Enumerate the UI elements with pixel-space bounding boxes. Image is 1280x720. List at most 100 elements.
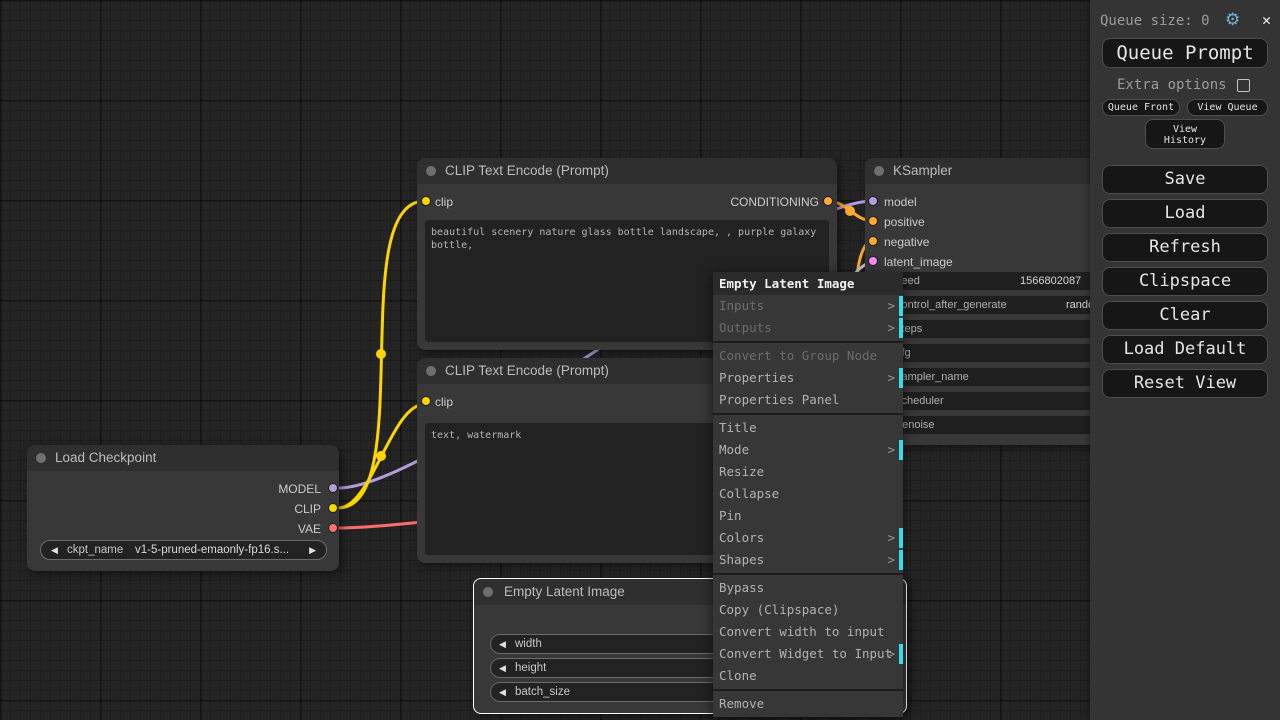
node-collapse-dot[interactable] (426, 166, 436, 176)
input-label-model: model (884, 195, 917, 209)
node-title: CLIP Text Encode (Prompt) (445, 358, 609, 384)
widget-prev-arrow-icon[interactable]: ◀ (499, 659, 506, 677)
menu-item-copy-clipspace[interactable]: Copy (Clipspace) (713, 599, 903, 621)
input-label: clip (435, 395, 453, 409)
node-title: KSampler (893, 158, 952, 184)
menu-item-bypass[interactable]: Bypass (713, 577, 903, 599)
submenu-indicator (899, 550, 903, 570)
widget-label: batch_size (515, 683, 570, 701)
menu-item-outputs: Outputs > (713, 317, 903, 339)
refresh-button[interactable]: Refresh (1102, 233, 1268, 262)
settings-gear-icon[interactable]: ⚙ (1225, 10, 1240, 30)
widget-prev-arrow-icon[interactable]: ◀ (51, 541, 58, 559)
vae-output-port[interactable] (328, 523, 338, 533)
submenu-arrow-icon: > (887, 295, 895, 317)
widget-label: scheduler (896, 392, 944, 410)
menu-item-title[interactable]: Title (713, 417, 903, 439)
menu-separator (713, 573, 903, 575)
view-queue-button[interactable]: View Queue (1187, 99, 1268, 116)
input-label: clip (435, 195, 453, 209)
menu-item-clone[interactable]: Clone (713, 665, 903, 687)
widget-label: ckpt_name (67, 541, 123, 559)
menu-item-mode[interactable]: Mode > (713, 439, 903, 461)
submenu-arrow-icon: > (887, 549, 895, 571)
node-collapse-dot[interactable] (874, 166, 884, 176)
latent-image-input-port[interactable] (868, 256, 878, 266)
widget-label: sampler_name (896, 368, 969, 386)
menu-item-collapse[interactable]: Collapse (713, 483, 903, 505)
submenu-arrow-icon: > (887, 527, 895, 549)
link-midpoint-dot (376, 349, 386, 359)
save-button[interactable]: Save (1102, 165, 1268, 194)
menu-item-inputs: Inputs > (713, 295, 903, 317)
extra-options-label: Extra options (1117, 77, 1227, 93)
load-button[interactable]: Load (1102, 199, 1268, 228)
output-label-clip: CLIP (294, 502, 321, 516)
widget-label: height (515, 659, 546, 677)
output-label-model: MODEL (278, 482, 321, 496)
node-collapse-dot[interactable] (483, 587, 493, 597)
menu-item-convert-to-group-node: Convert to Group Node (713, 345, 903, 367)
menu-item-shapes[interactable]: Shapes > (713, 549, 903, 571)
widget-next-arrow-icon[interactable]: ▶ (309, 541, 316, 559)
context-menu-title: Empty Latent Image (713, 272, 903, 295)
node-title-bar[interactable]: Load Checkpoint (27, 445, 339, 471)
menu-item-properties[interactable]: Properties > (713, 367, 903, 389)
extra-options-checkbox[interactable] (1237, 79, 1250, 92)
clip-input-port[interactable] (421, 396, 431, 406)
submenu-arrow-icon: > (887, 643, 895, 665)
conditioning-output-port[interactable] (823, 196, 833, 206)
menu-separator (713, 341, 903, 343)
model-input-port[interactable] (868, 196, 878, 206)
app-window: CLIP Text Encode (Prompt) clip CONDITION… (0, 0, 1280, 720)
widget-label: control_after_generate (896, 296, 1007, 314)
link-midpoint-dot (845, 206, 855, 216)
positive-input-port[interactable] (868, 216, 878, 226)
ckpt-name-widget[interactable]: ◀ ckpt_name v1-5-pruned-emaonly-fp16.s..… (40, 540, 327, 560)
menu-item-resize[interactable]: Resize (713, 461, 903, 483)
negative-input-port[interactable] (868, 236, 878, 246)
menu-item-remove[interactable]: Remove (713, 693, 903, 715)
output-label: CONDITIONING (730, 195, 819, 209)
widget-value: v1-5-pruned-emaonly-fp16.s... (135, 541, 289, 559)
clear-button[interactable]: Clear (1102, 301, 1268, 330)
model-output-port[interactable] (328, 483, 338, 493)
clip-output-port[interactable] (328, 503, 338, 513)
close-icon[interactable]: ✕ (1262, 11, 1271, 29)
view-history-button[interactable]: View History (1145, 119, 1225, 149)
submenu-indicator (899, 318, 903, 338)
submenu-arrow-icon: > (887, 317, 895, 339)
menu-separator (713, 689, 903, 691)
menu-item-pin[interactable]: Pin (713, 505, 903, 527)
menu-item-convert-width-to-input[interactable]: Convert width to input (713, 621, 903, 643)
menu-separator (713, 413, 903, 415)
load-default-button[interactable]: Load Default (1102, 335, 1268, 364)
node-collapse-dot[interactable] (36, 453, 46, 463)
node-title: CLIP Text Encode (Prompt) (445, 158, 609, 184)
submenu-indicator (899, 528, 903, 548)
input-label-latent-image: latent_image (884, 255, 953, 269)
submenu-indicator (899, 296, 903, 316)
widget-prev-arrow-icon[interactable]: ◀ (499, 635, 506, 653)
clipspace-button[interactable]: Clipspace (1102, 267, 1268, 296)
node-title-bar[interactable]: CLIP Text Encode (Prompt) (417, 158, 837, 184)
queue-size-label: Queue size: 0 (1100, 13, 1210, 29)
widget-prev-arrow-icon[interactable]: ◀ (499, 683, 506, 701)
node-title: Load Checkpoint (55, 445, 156, 471)
menu-item-properties-panel[interactable]: Properties Panel (713, 389, 903, 411)
reset-view-button[interactable]: Reset View (1102, 369, 1268, 398)
link-midpoint-dot (376, 451, 386, 461)
widget-label: width (515, 635, 542, 653)
node-title: Empty Latent Image (504, 579, 625, 605)
submenu-arrow-icon: > (887, 439, 895, 461)
comfy-menu-panel: Queue size: 0 ⚙ ✕ Queue Prompt Extra opt… (1090, 0, 1280, 720)
queue-front-button[interactable]: Queue Front (1102, 99, 1180, 116)
submenu-arrow-icon: > (887, 367, 895, 389)
submenu-indicator (899, 368, 903, 388)
node-collapse-dot[interactable] (426, 366, 436, 376)
menu-item-colors[interactable]: Colors > (713, 527, 903, 549)
node-load-checkpoint[interactable]: Load Checkpoint MODEL CLIP VAE ◀ ckpt_na… (27, 445, 339, 571)
menu-item-convert-widget-to-input[interactable]: Convert Widget to Input > (713, 643, 903, 665)
queue-prompt-button[interactable]: Queue Prompt (1102, 38, 1268, 68)
clip-input-port[interactable] (421, 196, 431, 206)
